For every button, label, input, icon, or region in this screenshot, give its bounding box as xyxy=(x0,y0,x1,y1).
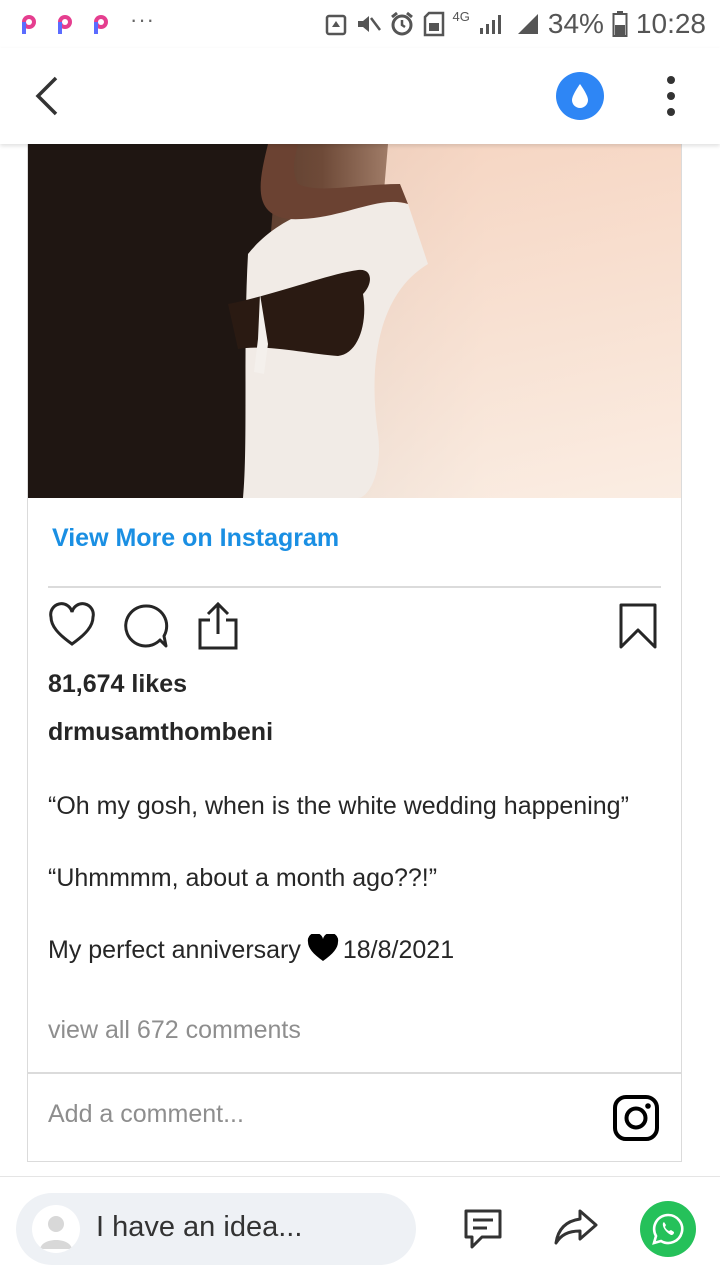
bottom-bar: I have an idea... xyxy=(0,1176,720,1280)
mute-icon xyxy=(357,16,381,32)
notification-icons: ··· xyxy=(18,7,155,37)
caption-line-3: My perfect anniversary 18/8/2021 xyxy=(48,932,638,968)
alarm-icon xyxy=(390,11,413,36)
signal-icon-2 xyxy=(517,14,538,34)
add-comment-input[interactable]: Add a comment... xyxy=(48,1100,244,1129)
view-comments-link[interactable]: view all 672 comments xyxy=(48,1016,301,1045)
battery-percent: 34% xyxy=(547,8,604,39)
battery-icon xyxy=(612,11,628,37)
dot xyxy=(667,108,675,116)
caption-line-2: “Uhmmmm, about a month ago??!” xyxy=(48,864,438,892)
post-username[interactable]: drmusamthombeni xyxy=(48,718,273,747)
comment-bar: Add a comment... xyxy=(28,1072,681,1162)
app-p-icon xyxy=(22,15,36,34)
app-p-icon xyxy=(94,15,108,34)
likes-count: 81,674 likes xyxy=(48,670,188,698)
back-button[interactable] xyxy=(28,74,68,118)
divider xyxy=(48,586,661,588)
sim-card-icon xyxy=(423,11,444,37)
wedding-photo xyxy=(28,144,681,498)
more-options-button[interactable] xyxy=(656,76,686,116)
app-p-icon xyxy=(58,15,72,34)
idea-input[interactable]: I have an idea... xyxy=(16,1193,416,1265)
status-bar: ··· 4G 34% 10:28 xyxy=(0,0,720,48)
signal-icon xyxy=(479,15,501,34)
instagram-icon[interactable] xyxy=(612,1094,660,1142)
whatsapp-icon xyxy=(652,1213,684,1245)
network-type-label: 4G xyxy=(452,8,470,24)
black-heart-icon xyxy=(307,934,338,961)
chevron-left-icon xyxy=(35,76,58,116)
share-icon[interactable] xyxy=(194,602,242,650)
avatar xyxy=(32,1205,80,1253)
comments-icon[interactable] xyxy=(462,1207,504,1251)
caption-line-1: “Oh my gosh, when is the white wedding h… xyxy=(48,792,629,820)
post-actions xyxy=(48,602,661,654)
dot xyxy=(667,76,675,84)
instagram-embed-card: View More on Instagram 81,674 likes drmu… xyxy=(27,144,682,1162)
whatsapp-button[interactable] xyxy=(640,1201,696,1257)
app-bar xyxy=(0,48,720,144)
dot xyxy=(667,92,675,100)
clock: 10:28 xyxy=(635,8,706,39)
bookmark-icon[interactable] xyxy=(618,602,658,650)
view-more-link[interactable]: View More on Instagram xyxy=(52,524,339,553)
idea-placeholder: I have an idea... xyxy=(96,1211,303,1243)
caption-text: My perfect anniversary xyxy=(48,936,301,964)
user-icon xyxy=(40,1216,72,1249)
forward-share-icon[interactable] xyxy=(554,1207,598,1247)
more-notifications-indicator: ··· xyxy=(130,7,155,32)
caption-date: 18/8/2021 xyxy=(342,936,455,964)
post-photo[interactable] xyxy=(28,144,681,498)
drop-button[interactable] xyxy=(556,72,604,120)
post-caption: “Oh my gosh, when is the white wedding h… xyxy=(48,788,638,968)
system-icons: 4G 34% 10:28 xyxy=(325,8,706,40)
water-drop-icon xyxy=(572,84,588,108)
heart-icon[interactable] xyxy=(48,602,96,650)
comment-icon[interactable] xyxy=(122,602,170,650)
recycle-icon xyxy=(325,14,346,36)
